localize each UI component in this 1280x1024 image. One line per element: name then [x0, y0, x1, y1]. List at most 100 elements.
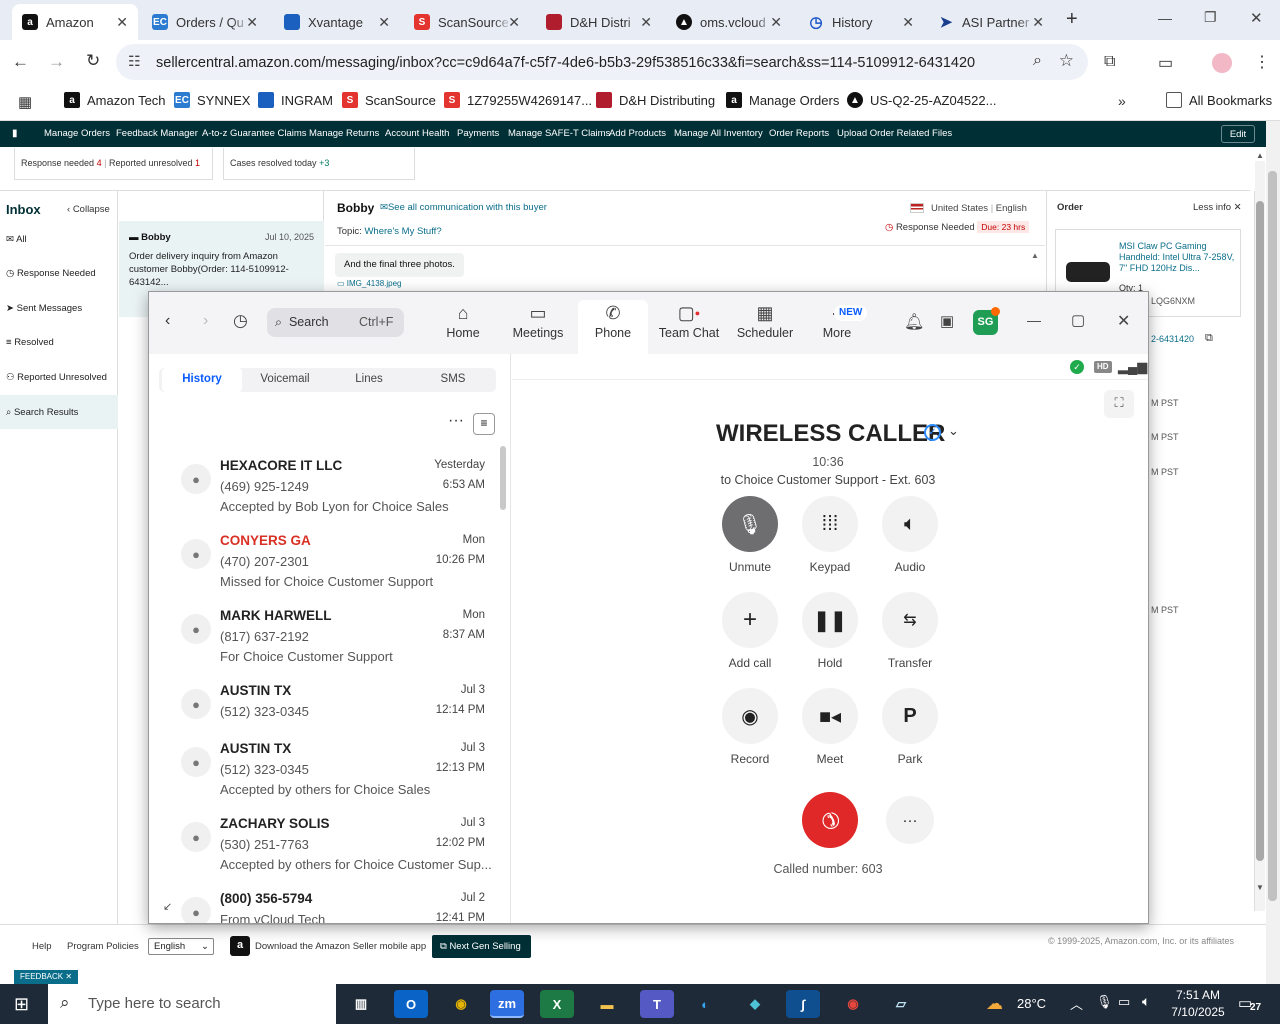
close-tab-icon[interactable]: ✕ — [116, 14, 128, 31]
meet-button[interactable]: ■◂ — [802, 688, 858, 744]
close-window-icon[interactable]: ✕ — [1117, 311, 1130, 331]
page-scrollbar[interactable] — [1266, 121, 1280, 984]
whiteboard-icon[interactable]: ▣ — [940, 312, 954, 330]
clock-date[interactable]: 7/10/2025 — [1168, 1005, 1228, 1019]
network-icon[interactable]: ▭ — [1118, 994, 1130, 1010]
tray-overflow-icon[interactable]: ︿ — [1070, 994, 1083, 1013]
filter-icon[interactable]: ≡ — [473, 413, 495, 435]
next-gen-selling-button[interactable]: ⧉ Next Gen Selling — [432, 935, 531, 958]
zoom-nav-scheduler[interactable]: ▦ Scheduler — [729, 300, 801, 354]
collapse-link[interactable]: ‹ Collapse — [67, 204, 110, 215]
inbox-all[interactable]: ✉ All — [6, 234, 27, 245]
tab-xvantage[interactable]: Xvantage ✕ — [274, 4, 400, 40]
close-tab-icon[interactable]: ✕ — [902, 14, 914, 31]
close-tab-icon[interactable]: ✕ — [508, 14, 520, 31]
close-tab-icon[interactable]: ✕ — [378, 14, 390, 31]
nav-add-products[interactable]: Add Products — [609, 128, 666, 139]
notes-app-icon[interactable]: ▱ — [884, 990, 918, 1018]
close-tab-icon[interactable]: ✕ — [770, 14, 782, 31]
more-options-icon[interactable]: ··· — [448, 412, 464, 430]
keypad-button[interactable]: ⁞⁞⁞ — [802, 496, 858, 552]
inbox-response-needed[interactable]: ◷ Response Needed — [6, 268, 96, 279]
site-info-icon[interactable]: ☷ — [128, 53, 141, 70]
bookmark-us-q2[interactable]: ▲ US-Q2-25-AZ04522... — [847, 92, 996, 108]
bookmark-scansource[interactable]: S ScanSource — [342, 92, 436, 108]
program-policies-link[interactable]: Program Policies — [67, 941, 139, 952]
bookmark-ingram[interactable]: INGRAM — [258, 92, 333, 108]
edge-icon[interactable]: ◐ — [688, 990, 722, 1018]
close-tab-icon[interactable]: ✕ — [246, 14, 258, 31]
clock-time[interactable]: 7:51 AM — [1168, 988, 1228, 1002]
nav-account-health[interactable]: Account Health — [385, 128, 449, 139]
bookmark-nav-icon[interactable]: ▮ — [12, 128, 18, 139]
zoom-app-icon[interactable]: zm — [490, 990, 524, 1018]
zoom-nav-home[interactable]: ⌂ Home — [428, 300, 498, 354]
close-window-icon[interactable]: ✕ — [1250, 9, 1263, 27]
history-row[interactable]: ● AUSTIN TX (512) 323-0345 Jul 3 12:14 P… — [149, 683, 499, 741]
unmute-button[interactable]: 🎙︎ — [722, 496, 778, 552]
nav-manage-orders[interactable]: Manage Orders — [44, 128, 110, 139]
tab-voicemail[interactable]: Voicemail — [245, 368, 325, 392]
forward-icon[interactable]: → — [48, 52, 65, 72]
scroll-down-icon[interactable]: ▼ — [1256, 883, 1264, 892]
minimize-window-icon[interactable]: — — [1158, 10, 1172, 26]
tab-dh[interactable]: D&H Distri ✕ — [536, 4, 662, 40]
recent-history-icon[interactable]: ◷ — [233, 311, 248, 331]
scroll-up-icon[interactable]: ▲ — [1031, 251, 1039, 260]
history-row[interactable]: ● HEXACORE IT LLC (469) 925-1249 Accepte… — [149, 458, 499, 533]
forward-icon[interactable]: › — [203, 312, 208, 330]
tab-history[interactable]: History — [162, 368, 242, 392]
end-call-button[interactable]: ✆ — [790, 780, 870, 860]
edit-nav-button[interactable]: Edit — [1221, 125, 1255, 143]
close-tab-icon[interactable]: ✕ — [1032, 14, 1044, 31]
tab-history[interactable]: ◷ History ✕ — [798, 4, 924, 40]
park-button[interactable]: P — [882, 688, 938, 744]
volume-icon[interactable]: 🔈︎ — [1142, 993, 1150, 1010]
zoom-nav-team-chat[interactable]: ▢● Team Chat — [653, 300, 725, 354]
bookmark-star-icon[interactable]: ☆ — [1059, 51, 1074, 71]
nav-payments[interactable]: Payments — [457, 128, 499, 139]
bell-icon[interactable]: 🔔︎ — [904, 312, 924, 332]
profile-avatar[interactable] — [1212, 53, 1232, 73]
apps-grid-icon[interactable]: ▦ — [18, 93, 32, 111]
history-row[interactable]: ↙ ● (800) 356-5794 From vCloud Tech Jul … — [149, 891, 499, 923]
scansource-app-icon[interactable]: ∫ — [786, 990, 820, 1018]
nav-manage-returns[interactable]: Manage Returns — [309, 128, 379, 139]
tab-sms[interactable]: SMS — [413, 368, 493, 392]
copy-icon[interactable]: ⧉ — [1205, 332, 1213, 345]
history-row[interactable]: ● AUSTIN TX (512) 323-0345 Accepted by o… — [149, 741, 499, 816]
more-call-options-button[interactable]: ··· — [886, 796, 934, 844]
menu-kebab-icon[interactable]: ⋮ — [1254, 52, 1270, 72]
audio-button[interactable]: 🔈︎ — [882, 496, 938, 552]
bookmark-synnex[interactable]: EC SYNNEX — [174, 92, 250, 108]
zoom-nav-phone[interactable]: ✆ Phone — [578, 300, 648, 354]
download-app-link[interactable]: Download the Amazon Seller mobile app — [255, 941, 426, 952]
see-all-communication-link[interactable]: ✉See all communication with this buyer — [380, 202, 547, 213]
history-row[interactable]: ● MARK HARWELL (817) 637-2192 For Choice… — [149, 608, 499, 683]
help-link[interactable]: Help — [32, 941, 52, 952]
windows-start-icon[interactable]: ⊞ — [14, 994, 29, 1015]
order-id-partial[interactable]: 2-6431420 — [1151, 334, 1194, 344]
maximize-window-icon[interactable]: ▢ — [1071, 311, 1085, 329]
chevron-down-icon[interactable]: ⌄ — [948, 423, 959, 439]
taskbar-search-box[interactable]: ⌕ Type here to search — [48, 984, 336, 1024]
inner-scrollbar-track[interactable]: ▲ ▼ — [1255, 151, 1265, 911]
bookmark-dh[interactable]: D&H Distributing — [596, 92, 715, 108]
cases-resolved-card[interactable]: Cases resolved today +3 — [223, 148, 415, 180]
tab-asi[interactable]: ➤ ASI Partner ✕ — [928, 4, 1054, 40]
restore-window-icon[interactable]: ❐ — [1204, 9, 1217, 26]
transfer-button[interactable]: ⇆ — [882, 592, 938, 648]
zoom-nav-meetings[interactable]: ▭ Meetings — [503, 300, 573, 354]
zoom-magnifier-icon[interactable]: ⌕ — [1033, 52, 1042, 70]
app-icon[interactable]: ◆ — [738, 990, 772, 1018]
inner-scrollbar-thumb[interactable] — [1256, 201, 1264, 861]
add-call-button[interactable]: + — [722, 592, 778, 648]
inbox-resolved[interactable]: ≡ Resolved — [6, 337, 54, 348]
history-row[interactable]: ● CONYERS GA (470) 207-2301 Missed for C… — [149, 533, 499, 608]
response-needed-card[interactable]: Response needed 4 | Reported unresolved … — [14, 148, 213, 180]
record-button[interactable]: ◉ — [722, 688, 778, 744]
nav-upload-order-files[interactable]: Upload Order Related Files — [837, 128, 952, 139]
page-scrollbar-thumb[interactable] — [1268, 171, 1277, 901]
bookmark-amazon-tech[interactable]: a Amazon Tech — [64, 92, 166, 108]
bookmarks-overflow-icon[interactable]: » — [1118, 93, 1126, 109]
